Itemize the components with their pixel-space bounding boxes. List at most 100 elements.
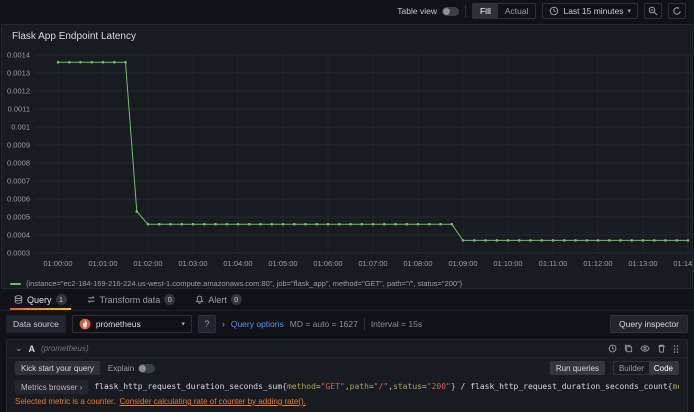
query-options-footer[interactable]: › Options Legend: Auto Format: Time seri…: [7, 407, 687, 412]
x-axis-tick-label: 01:10:00: [493, 259, 522, 268]
latency-chart-plot[interactable]: 0.0003 0.0004 0.0005 0.0006 0.0007 0.0008 0.00…: [2, 47, 694, 277]
series-point: [428, 222, 431, 226]
legend-series-swatch[interactable]: [10, 282, 21, 285]
explain-switch[interactable]: [138, 363, 156, 373]
promql-metric: flask_http_request_duration_seconds_sum: [94, 382, 283, 391]
warning-text: Selected metric is a counter.: [15, 397, 116, 406]
datasource-picker[interactable]: prometheus ▾: [71, 315, 192, 333]
x-axis-tick-label: 01:04:00: [223, 259, 252, 268]
promql-string: "/": [373, 382, 389, 391]
series-point: [180, 222, 184, 226]
series-point: [495, 239, 499, 242]
series-point: [529, 239, 532, 242]
builder-option[interactable]: Builder: [614, 362, 649, 374]
series-point: [304, 222, 307, 226]
series-point: [281, 222, 285, 226]
series-point: [124, 60, 127, 64]
query-inspector-button[interactable]: Query inspector: [610, 315, 688, 333]
series-point: [675, 239, 679, 242]
series-point: [518, 239, 521, 242]
fill-option[interactable]: Fill: [472, 4, 498, 18]
promql-expression-input[interactable]: flask_http_request_duration_seconds_sum{…: [94, 380, 679, 394]
database-icon: [14, 295, 23, 304]
drag-handle-icon[interactable]: [673, 344, 679, 354]
query-editor-card: ⌄ A (prometheus) Kick start your query E…: [6, 339, 688, 412]
series-point: [473, 239, 476, 242]
x-axis-tick-label: 01:03:00: [178, 259, 207, 268]
warning-rate-link[interactable]: Consider calculating rate of counter by …: [120, 397, 306, 406]
promql-punct: }: [450, 382, 456, 391]
series-point: [349, 222, 352, 226]
latency-panel: Flask App Endpoint Latency 0.0003 0.0004 0…: [1, 24, 694, 289]
promql-metric: flask_http_request_duration_seconds_coun…: [470, 382, 668, 391]
builder-code-group: Builder Code: [612, 361, 679, 375]
series-point: [360, 222, 364, 226]
datasource-name: prometheus: [95, 319, 141, 329]
series-point: [551, 239, 555, 242]
tab-alert[interactable]: Alert 0: [187, 289, 250, 310]
y-axis-tick-label: 0.0012: [7, 87, 30, 96]
eye-icon[interactable]: [640, 344, 650, 353]
query-datasource-hint: (prometheus): [41, 344, 89, 353]
series-point: [225, 222, 229, 226]
query-row-header[interactable]: ⌄ A (prometheus): [7, 340, 687, 358]
series-point: [383, 222, 386, 226]
series-point: [619, 239, 622, 242]
refresh-button[interactable]: [668, 3, 686, 19]
series-point: [653, 239, 656, 242]
panel-title[interactable]: Flask App Endpoint Latency: [2, 25, 692, 47]
y-axis-tick-label: 0.001: [11, 123, 30, 132]
help-icon: ?: [204, 319, 210, 329]
explain-toggle-group: Explain: [108, 363, 156, 373]
table-view-toggle-group: Table view: [397, 6, 459, 16]
series-point: [214, 222, 217, 226]
history-icon[interactable]: [608, 344, 617, 353]
counter-warning-row: Selected metric is a counter. Consider c…: [7, 396, 687, 407]
series-point: [371, 222, 375, 226]
run-queries-button[interactable]: Run queries: [549, 361, 605, 375]
series-point: [596, 239, 600, 242]
series-point: [394, 222, 397, 226]
y-axis-tick-label: 0.0008: [7, 159, 30, 168]
chevron-right-icon: ›: [221, 319, 225, 329]
y-axis-tick-label: 0.0014: [7, 51, 30, 60]
series-point: [664, 239, 667, 242]
datasource-help-button[interactable]: ?: [197, 315, 216, 333]
actual-option[interactable]: Actual: [498, 4, 536, 18]
copy-icon[interactable]: [624, 344, 633, 353]
table-view-switch[interactable]: [441, 6, 459, 16]
fill-actual-group: Fill Actual: [471, 3, 537, 19]
query-options: › Query options MD = auto = 1627 Interva…: [222, 318, 422, 330]
series-point: [574, 239, 577, 242]
y-axis-tick-label: 0.0011: [8, 105, 30, 114]
legend-series-label[interactable]: {instance="ec2-184-169-216-224.us-west-1…: [26, 279, 462, 288]
tab-transform-data[interactable]: Transform data 0: [79, 289, 184, 310]
series-point: [259, 222, 262, 226]
bell-icon: [195, 295, 204, 304]
query-options-interval: Interval = 15s: [370, 319, 423, 329]
query-row-actions: [608, 344, 679, 354]
x-axis-tick-label: 01:14:00: [673, 259, 694, 268]
collapse-chevron-icon[interactable]: ⌄: [15, 343, 23, 354]
zoom-out-button[interactable]: [644, 3, 662, 19]
metrics-browser-button[interactable]: Metrics browser ›: [15, 380, 89, 394]
time-range-picker[interactable]: Last 15 minutes ▾: [542, 3, 638, 19]
kick-start-query-button[interactable]: Kick start your query: [15, 361, 100, 375]
tab-query[interactable]: Query 1: [6, 289, 75, 310]
code-option[interactable]: Code: [648, 362, 678, 374]
series-point: [203, 222, 206, 226]
series-point: [248, 222, 251, 226]
trash-icon[interactable]: [657, 344, 666, 353]
query-options-md: MD = auto = 1627: [289, 319, 358, 329]
series-point: [416, 222, 420, 226]
series-point: [56, 60, 60, 64]
y-axis-tick-label: 0.0013: [7, 69, 30, 78]
series-point: [326, 222, 330, 226]
promql-label: method: [672, 382, 680, 391]
query-code-row: Metrics browser › flask_http_request_dur…: [7, 378, 687, 396]
series-point: [169, 222, 172, 226]
datasource-row: Data source prometheus ▾ ? › Query optio…: [0, 311, 694, 337]
y-axis-tick-label: 0.0003: [7, 249, 30, 258]
x-axis-tick-label: 01:12:00: [583, 259, 612, 268]
query-options-toggle[interactable]: Query options: [231, 319, 284, 329]
